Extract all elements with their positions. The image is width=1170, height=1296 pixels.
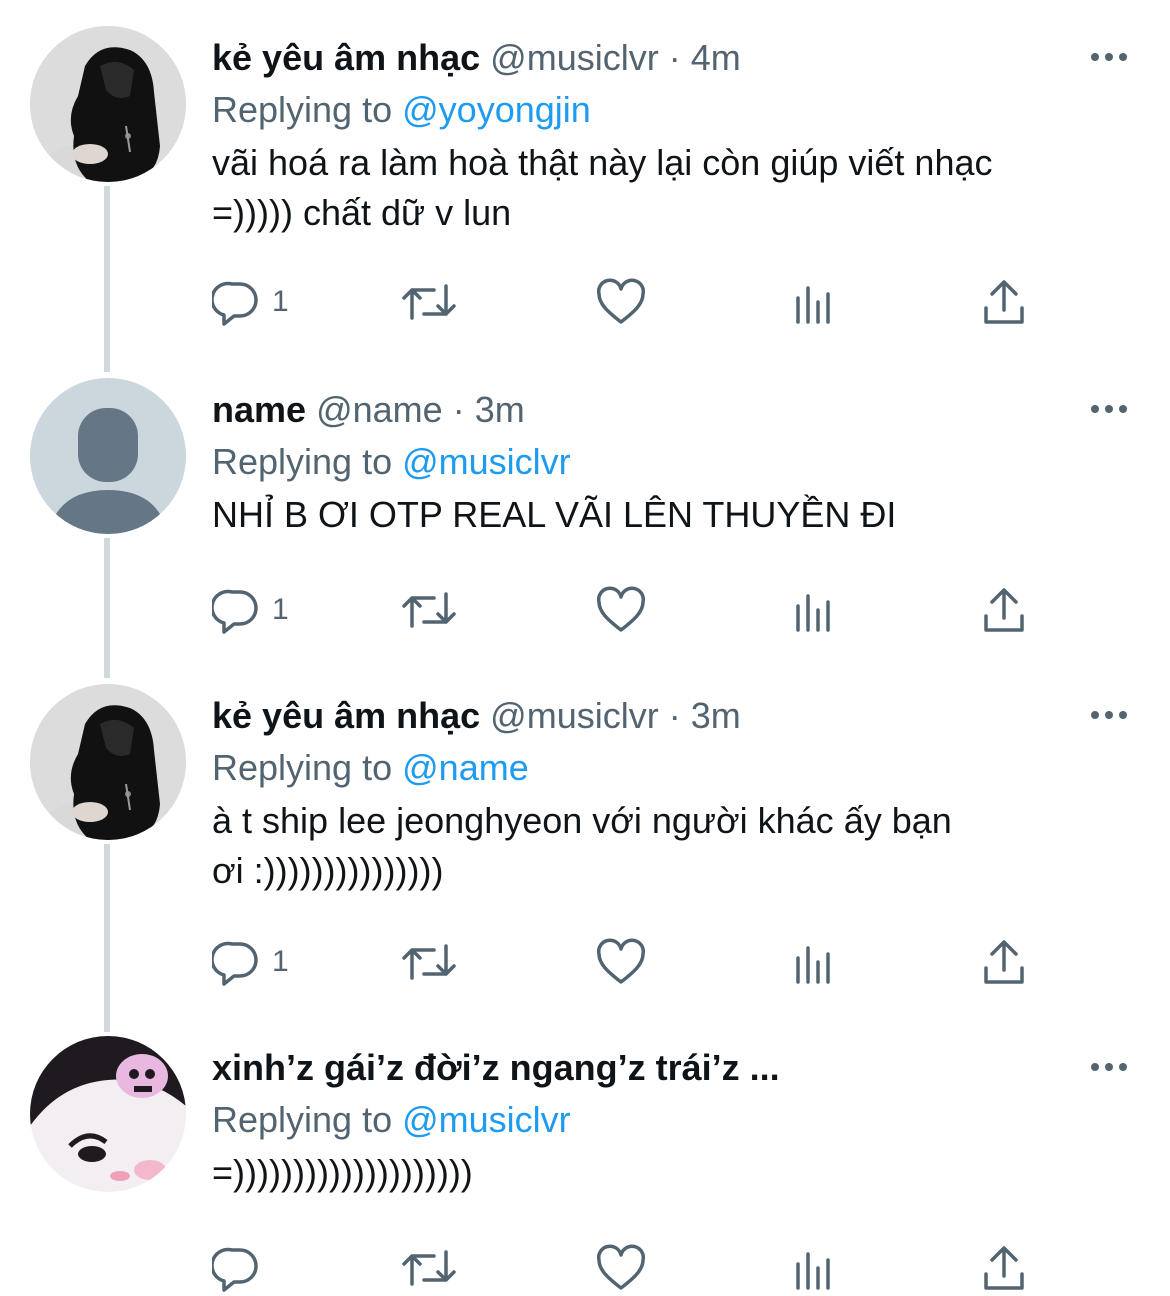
avatar[interactable] [30,378,186,534]
replying-mention[interactable]: @yoyongjin [402,89,591,130]
replying-mention[interactable]: @musiclvr [402,1099,571,1140]
analytics-button[interactable] [792,582,836,638]
like-icon [596,1244,646,1290]
like-button[interactable] [596,274,646,330]
replying-mention[interactable]: @name [402,747,529,788]
reply-button[interactable]: 1 [212,582,289,638]
separator: · [668,695,681,736]
action-bar: 1 [212,582,1052,638]
analytics-icon [796,946,830,984]
more-options-icon[interactable] [1088,42,1130,72]
timestamp[interactable]: 4m [691,37,741,78]
action-bar: 1 [212,274,1052,330]
like-button[interactable] [596,934,646,990]
like-icon [596,938,646,984]
reply-count: 1 [272,945,289,978]
retweet-button[interactable] [400,934,458,990]
analytics-icon [796,594,830,632]
reply-icon [212,1247,258,1292]
action-bar [212,1240,1052,1296]
reply-icon [212,281,258,326]
handle[interactable]: @name [316,389,443,430]
like-icon [596,586,646,632]
action-bar: 1 [212,934,1052,990]
tweet-text: =)))))))))))))))))))) [212,1152,473,1193]
display-name[interactable]: kẻ yêu âm nhạc [212,695,480,736]
tweet-text: NHỈ B ƠI OTP REAL VÃI LÊN THUYỀN ĐI [212,494,897,535]
share-button[interactable] [980,582,1028,638]
like-icon [596,278,646,324]
retweet-button[interactable] [400,582,458,638]
handle[interactable]: @musiclvr [490,37,659,78]
display-name[interactable]: xinh’z gái’z đời’z ngang’z trái’z ... [212,1047,780,1088]
separator: · [668,37,681,78]
avatar[interactable] [30,1036,186,1192]
tweet-header: kẻ yêu âm nhạc @musiclvr · 3m [212,694,1072,738]
timestamp[interactable]: 3m [691,695,741,736]
tweet[interactable]: name @name · 3m Replying to @musiclvr NH… [0,378,1170,678]
tweet-text: vãi hoá ra làm hoà thật này lại còn giúp… [212,142,993,233]
share-button[interactable] [980,934,1028,990]
share-button[interactable] [980,274,1028,330]
avatar[interactable] [30,684,186,840]
display-name[interactable]: kẻ yêu âm nhạc [212,37,480,78]
reply-button[interactable]: 1 [212,934,289,990]
reply-icon [212,941,258,986]
analytics-button[interactable] [792,1240,836,1296]
tweet[interactable]: kẻ yêu âm nhạc @musiclvr · 3m Replying t… [0,684,1170,1024]
tweet-header: xinh’z gái’z đời’z ngang’z trái’z ... [212,1046,1072,1090]
replying-label: Replying to [212,89,393,130]
replying-to: Replying to @name [212,746,529,790]
replying-label: Replying to [212,441,393,482]
retweet-icon [402,284,456,320]
reply-button[interactable]: 1 [212,274,289,330]
replying-label: Replying to [212,1099,393,1140]
tweet-header: kẻ yêu âm nhạc @musiclvr · 4m [212,36,1072,80]
analytics-button[interactable] [792,934,836,990]
replying-to: Replying to @musiclvr [212,1098,571,1142]
more-options-icon[interactable] [1088,1052,1130,1082]
timestamp[interactable]: 3m [475,389,525,430]
display-name[interactable]: name [212,389,306,430]
retweet-button[interactable] [400,1240,458,1296]
retweet-icon [402,592,456,628]
more-options-icon[interactable] [1088,394,1130,424]
separator: · [452,389,465,430]
analytics-button[interactable] [792,274,836,330]
replying-mention[interactable]: @musiclvr [402,441,571,482]
share-icon [984,940,1024,984]
share-icon [984,280,1024,324]
share-icon [984,588,1024,632]
reply-button[interactable] [212,1240,260,1296]
retweet-button[interactable] [400,274,458,330]
like-button[interactable] [596,582,646,638]
reply-icon [212,589,258,634]
analytics-icon [796,1252,830,1290]
tweet-header: name @name · 3m [212,388,1072,432]
retweet-icon [402,944,456,980]
avatar[interactable] [30,26,186,182]
tweet[interactable]: xinh’z gái’z đời’z ngang’z trái’z ... Re… [0,1036,1170,1295]
replying-to: Replying to @yoyongjin [212,88,591,132]
share-button[interactable] [980,1240,1028,1296]
tweet-text: à t ship lee jeonghyeon với người khác ấ… [212,800,952,891]
analytics-icon [796,286,830,324]
replying-to: Replying to @musiclvr [212,440,571,484]
like-button[interactable] [596,1240,646,1296]
retweet-icon [402,1250,456,1286]
more-options-icon[interactable] [1088,700,1130,730]
share-icon [984,1246,1024,1290]
tweet[interactable]: kẻ yêu âm nhạc @musiclvr · 4m Replying t… [0,26,1170,366]
reply-count: 1 [272,593,289,626]
replying-label: Replying to [212,747,393,788]
handle[interactable]: @musiclvr [490,695,659,736]
reply-count: 1 [272,285,289,318]
